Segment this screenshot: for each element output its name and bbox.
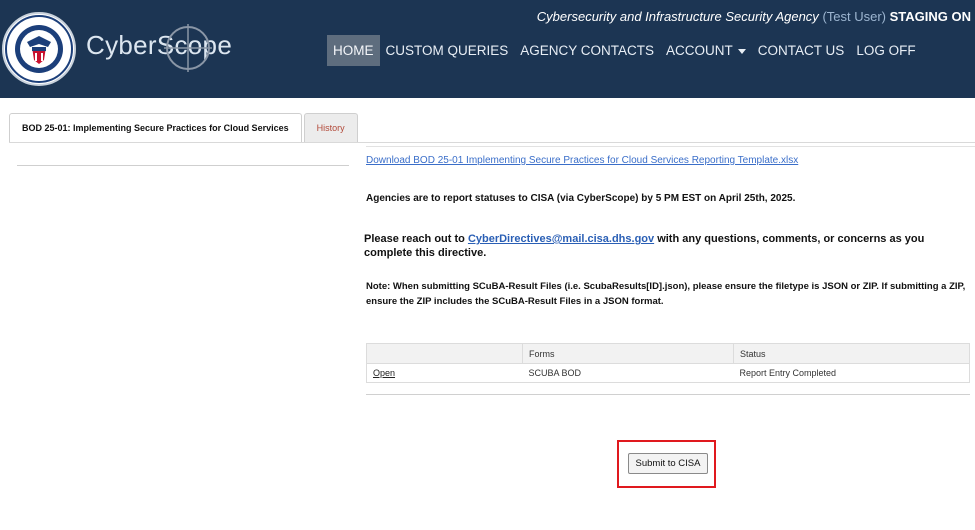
column-header-action [366, 343, 523, 364]
table-header-row: Forms Status [366, 343, 970, 364]
table-row: Open SCUBA BOD Report Entry Completed [366, 363, 970, 383]
main-nav: HOME CUSTOM QUERIES AGENCY CONTACTS ACCO… [327, 35, 922, 66]
open-form-link[interactable]: Open [373, 368, 395, 378]
nav-custom-queries[interactable]: CUSTOM QUERIES [380, 35, 515, 66]
crosshair-icon [164, 24, 212, 72]
nav-account[interactable]: ACCOUNT [660, 35, 752, 66]
contact-instructions: Please reach out to CyberDirectives@mail… [364, 232, 969, 260]
column-header-forms: Forms [522, 343, 734, 364]
download-template-link[interactable]: Download BOD 25-01 Implementing Secure P… [366, 155, 798, 166]
agency-name: Cybersecurity and Infrastructure Securit… [536, 9, 819, 24]
nav-home[interactable]: HOME [327, 35, 380, 66]
dhs-seal-icon [2, 12, 76, 86]
environment-label: STAGING ON [889, 9, 971, 24]
nav-log-off[interactable]: LOG OFF [850, 35, 921, 66]
email-link[interactable]: CyberDirectives@mail.cisa.dhs.gov [468, 233, 654, 245]
tab-history[interactable]: History [303, 113, 358, 142]
divider [17, 165, 349, 166]
submission-note: Note: When submitting SCuBA-Result Files… [366, 281, 966, 307]
tab-bar: BOD 25-01: Implementing Secure Practices… [9, 113, 360, 142]
agency-user-line: Cybersecurity and Infrastructure Securit… [537, 9, 971, 24]
divider [9, 142, 975, 143]
tab-bod-25-01[interactable]: BOD 25-01: Implementing Secure Practices… [9, 113, 302, 142]
chevron-down-icon [737, 48, 746, 54]
reach-prefix: Please reach out to [364, 233, 468, 245]
submit-to-cisa-button[interactable]: Submit to CISA [628, 453, 708, 474]
table-cell-action: Open [366, 363, 523, 383]
nav-contact-us[interactable]: CONTACT US [752, 35, 851, 66]
nav-account-label: ACCOUNT [666, 43, 733, 58]
forms-table: Forms Status Open SCUBA BOD Report Entry… [366, 343, 970, 383]
nav-agency-contacts[interactable]: AGENCY CONTACTS [514, 35, 660, 66]
divider [366, 394, 970, 395]
header-bar: CyberScope Cybersecurity and Infrastruct… [0, 0, 975, 98]
table-cell-status: Report Entry Completed [733, 363, 970, 383]
table-cell-form: SCUBA BOD [522, 363, 734, 383]
user-label: (Test User) [822, 9, 886, 24]
divider [366, 146, 975, 147]
column-header-status: Status [733, 343, 970, 364]
deadline-text: Agencies are to report statuses to CISA … [366, 193, 796, 204]
